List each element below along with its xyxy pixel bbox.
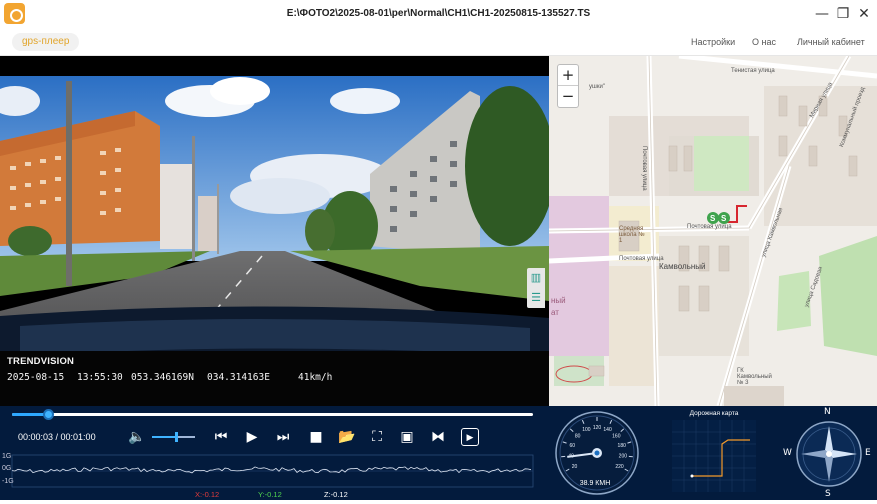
map-label-pochtovaya1: Почтовая улица: [687, 224, 732, 230]
speed-readout: 38.9 КМН: [570, 480, 620, 487]
osd-time: 13:55:30: [77, 372, 123, 383]
volume-handle[interactable]: [175, 432, 178, 442]
map-label-district: Камвольный: [659, 262, 706, 271]
menu-about[interactable]: О нас: [752, 37, 776, 47]
map-label-fragment2: ный: [551, 296, 566, 305]
gsensor-plot: [0, 453, 540, 489]
speed-tick-label: 20: [572, 464, 578, 470]
gsensor-y-value: Y:-0.12: [258, 490, 282, 499]
map-tiles: S S: [549, 56, 877, 406]
map-label-fragment3: ат: [551, 308, 559, 317]
speed-tick-label: 200: [619, 454, 628, 460]
map-toggle-icon[interactable]: ▥: [527, 268, 545, 288]
map-label-gk: ГК Камвольный № 3: [737, 368, 777, 386]
compass-rose-icon: [785, 407, 873, 499]
crop-button[interactable]: ⛶: [368, 428, 386, 446]
compass-south: S: [825, 489, 831, 499]
osd-latitude: 053.346169N: [131, 372, 194, 383]
map-label-pochtovaya3: Почтовая улица: [641, 146, 647, 191]
window-title: E:\ФОТО2\2025-08-01\per\Normal\CH1\CH1-2…: [0, 8, 877, 19]
progress-bar[interactable]: [12, 413, 533, 416]
osd-speed: 41km/h: [298, 372, 332, 383]
osd-date: 2025-08-15: [7, 372, 64, 383]
speed-tick-label: 120: [593, 425, 602, 431]
map-zoom-control: + −: [557, 64, 579, 108]
split-view-button[interactable]: ⧓: [429, 428, 447, 446]
speed-tick-label: 100: [582, 427, 591, 433]
zoom-out-button[interactable]: −: [558, 86, 578, 107]
osd-brand: TRENDVISION: [7, 356, 74, 367]
speed-tick-label: 80: [575, 434, 581, 440]
track-map-plot: [672, 420, 756, 492]
maximize-button[interactable]: ❐: [833, 4, 853, 24]
map-label-pochtovaya2: Почтовая улица: [619, 256, 664, 262]
skip-back-button[interactable]: ⏮: [212, 428, 230, 446]
menu-bar: gps-плеер Настройки О нас Личный кабинет: [0, 28, 877, 56]
play-button[interactable]: ▶: [243, 428, 261, 446]
volume-icon[interactable]: 🔈: [128, 428, 146, 446]
gsensor-x-value: X:-0.12: [195, 490, 219, 499]
video-frame-image: [0, 56, 549, 406]
map-label-fragment1: ушки": [589, 84, 605, 90]
screenshot-button[interactable]: ▣: [398, 428, 416, 446]
progress-handle[interactable]: [43, 409, 54, 420]
speed-tick-label: 160: [612, 434, 621, 440]
side-toolbar: ▥ ☰: [527, 268, 545, 308]
zoom-in-button[interactable]: +: [558, 65, 578, 86]
map-label-teni: Тенистая улица: [731, 68, 775, 74]
stop-button[interactable]: ■: [307, 428, 325, 446]
compass-west: W: [783, 448, 792, 458]
track-map-title: Дорожная карта: [672, 410, 756, 417]
map-label-school: Средняя школа № 1: [619, 226, 649, 244]
map-view[interactable]: S S + − Тенистая улица ушки" Почтовая ул…: [549, 56, 877, 406]
speed-tick-label: 180: [618, 443, 627, 449]
compass-widget: N S E W: [785, 407, 873, 499]
open-folder-button[interactable]: 📂: [338, 428, 356, 446]
video-player[interactable]: TRENDVISION 2025-08-15 13:55:30 053.3461…: [0, 56, 549, 406]
svg-text:S: S: [721, 214, 727, 223]
gsensor-label-neg1g: -1G: [2, 478, 14, 485]
info-panel-icon[interactable]: ☰: [527, 288, 545, 308]
menu-account[interactable]: Личный кабинет: [797, 37, 865, 47]
svg-text:S: S: [710, 214, 716, 223]
title-bar: E:\ФОТО2\2025-08-01\per\Normal\CH1\CH1-2…: [0, 0, 877, 28]
skip-forward-button[interactable]: ⏭: [274, 428, 292, 446]
video-record-button[interactable]: ▶: [461, 428, 479, 446]
compass-north: N: [824, 407, 831, 417]
gsensor-z-value: Z:-0.12: [324, 490, 348, 499]
gsensor-label-0g: 0G: [2, 465, 11, 472]
compass-east: E: [865, 448, 871, 458]
speed-tick-label: 60: [569, 443, 575, 449]
gsensor-graph: 1G 0G -1G: [0, 453, 540, 489]
speed-tick-label: 220: [615, 464, 624, 470]
menu-settings[interactable]: Настройки: [691, 37, 735, 47]
track-map: [672, 420, 756, 492]
minimize-button[interactable]: —: [812, 4, 832, 24]
volume-slider[interactable]: [152, 436, 195, 438]
app-window: E:\ФОТО2\2025-08-01\per\Normal\CH1\CH1-2…: [0, 0, 877, 500]
speed-tick-label: 140: [603, 427, 612, 433]
close-button[interactable]: ✕: [854, 4, 874, 24]
gsensor-label-1g: 1G: [2, 453, 11, 460]
osd-longitude: 034.314163E: [207, 372, 270, 383]
volume-fill: [152, 436, 176, 438]
time-display: 00:00:03 / 00:01:00: [18, 432, 96, 442]
tab-gps-player[interactable]: gps-плеер: [12, 33, 79, 51]
